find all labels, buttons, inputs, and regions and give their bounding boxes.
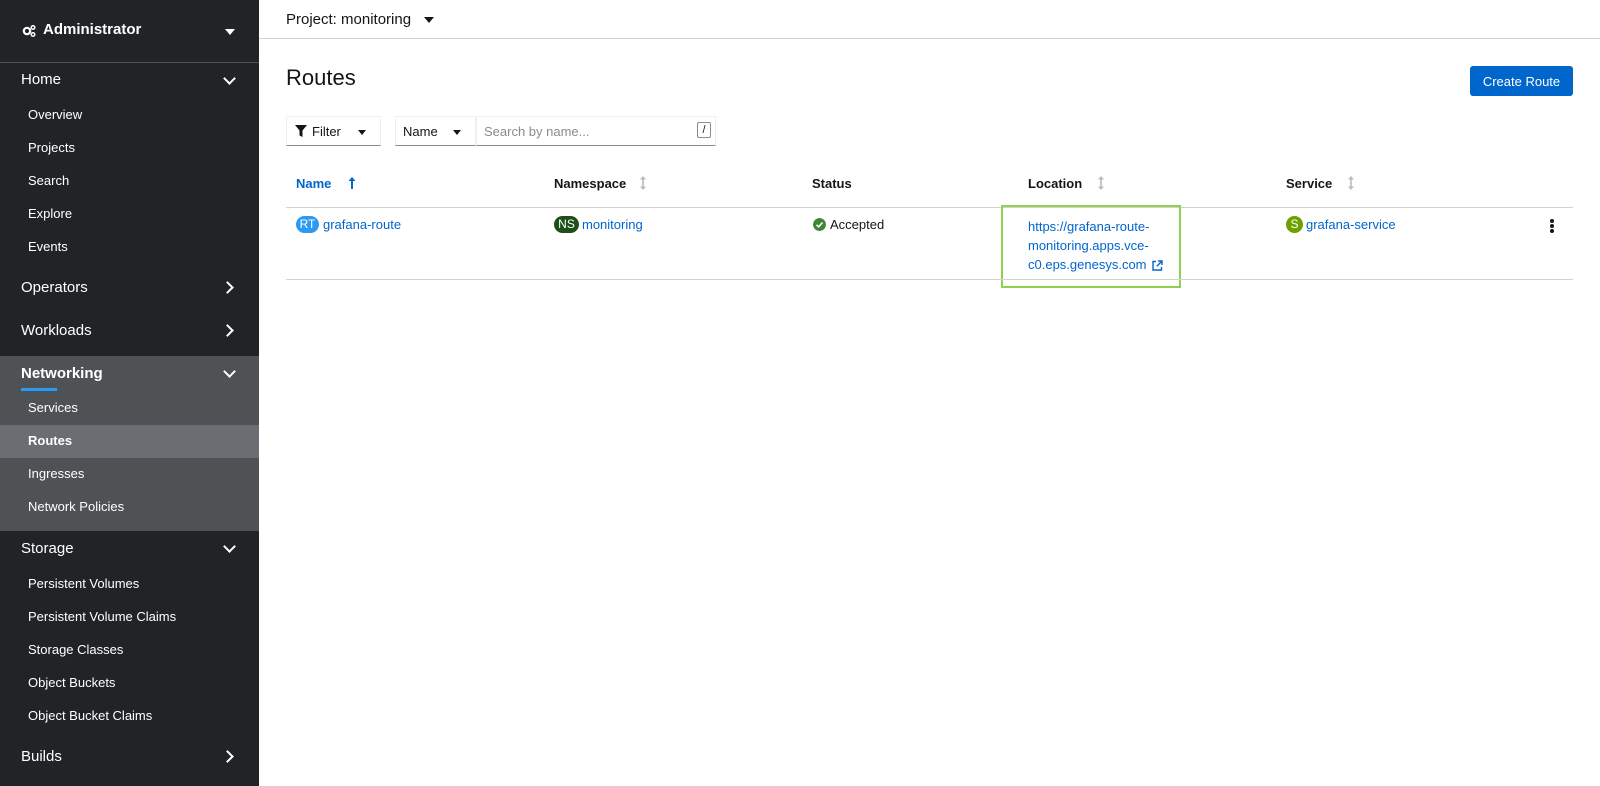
search-shortcut-hint: / bbox=[697, 122, 711, 138]
nav-section-operators[interactable]: Operators bbox=[21, 279, 88, 296]
row-divider bbox=[286, 279, 1573, 280]
nav-item-network-policies[interactable]: Network Policies bbox=[28, 499, 124, 514]
nav-item-overview[interactable]: Overview bbox=[28, 107, 82, 122]
project-bar: Project: monitoring bbox=[259, 0, 1600, 39]
nav-item-events[interactable]: Events bbox=[28, 239, 68, 254]
column-header-status: Status bbox=[812, 176, 852, 191]
chevron-down-icon bbox=[223, 540, 236, 553]
create-route-button[interactable]: Create Route bbox=[1470, 66, 1573, 96]
active-section-indicator bbox=[21, 388, 57, 391]
chevron-right-icon bbox=[221, 324, 234, 337]
nav-item-ingresses[interactable]: Ingresses bbox=[28, 466, 84, 481]
caret-down-icon bbox=[358, 130, 366, 135]
sort-icon[interactable] bbox=[1346, 176, 1356, 190]
perspective-label: Administrator bbox=[43, 21, 142, 38]
sidebar: Administrator Home Overview Projects Sea… bbox=[0, 0, 259, 786]
nav-item-routes[interactable]: Routes bbox=[28, 433, 72, 448]
sort-asc-icon[interactable] bbox=[347, 176, 357, 190]
nav-item-services[interactable]: Services bbox=[28, 400, 78, 415]
nav-section-storage[interactable]: Storage bbox=[21, 540, 74, 557]
filter-icon bbox=[295, 125, 307, 137]
route-badge: RT bbox=[296, 216, 319, 233]
nav-item-persistent-volume-claims[interactable]: Persistent Volume Claims bbox=[28, 609, 176, 624]
nav-item-object-bucket-claims[interactable]: Object Bucket Claims bbox=[28, 708, 152, 723]
cogs-icon bbox=[22, 24, 36, 38]
namespace-badge: NS bbox=[554, 216, 579, 233]
nav-section-networking[interactable]: Networking bbox=[21, 365, 103, 382]
kebab-icon[interactable] bbox=[1549, 219, 1555, 235]
chevron-right-icon bbox=[221, 281, 234, 294]
service-link[interactable]: grafana-service bbox=[1306, 217, 1396, 232]
header-divider bbox=[286, 207, 1573, 208]
sort-icon[interactable] bbox=[1096, 176, 1106, 190]
route-name-link[interactable]: grafana-route bbox=[323, 217, 401, 232]
column-header-service[interactable]: Service bbox=[1286, 176, 1332, 191]
page-title: Routes bbox=[286, 65, 356, 90]
status-text: Accepted bbox=[830, 217, 885, 232]
search-field-label: Name bbox=[403, 124, 438, 139]
filter-dropdown[interactable]: Filter bbox=[286, 116, 381, 146]
caret-down-icon[interactable] bbox=[424, 17, 434, 23]
project-selector[interactable]: Project: monitoring bbox=[286, 11, 411, 28]
nav-item-explore[interactable]: Explore bbox=[28, 206, 72, 221]
check-circle-icon bbox=[813, 218, 826, 231]
nav-section-home[interactable]: Home bbox=[21, 71, 61, 88]
nav-item-persistent-volumes[interactable]: Persistent Volumes bbox=[28, 576, 139, 591]
nav-item-search[interactable]: Search bbox=[28, 173, 69, 188]
perspective-switcher[interactable]: Administrator bbox=[0, 0, 259, 63]
column-header-location[interactable]: Location bbox=[1028, 176, 1082, 191]
column-header-name[interactable]: Name bbox=[296, 176, 331, 191]
search-input[interactable] bbox=[476, 116, 716, 146]
nav-section-workloads[interactable]: Workloads bbox=[21, 322, 92, 339]
namespace-link[interactable]: monitoring bbox=[582, 217, 643, 232]
chevron-right-icon bbox=[221, 750, 234, 763]
search-field-select[interactable]: Name bbox=[395, 116, 476, 146]
service-badge: S bbox=[1286, 216, 1303, 233]
nav-section-builds[interactable]: Builds bbox=[21, 748, 62, 765]
nav-item-projects[interactable]: Projects bbox=[28, 140, 75, 155]
caret-down-icon bbox=[225, 29, 235, 35]
location-highlight-box bbox=[1001, 205, 1181, 288]
column-header-namespace[interactable]: Namespace bbox=[554, 176, 626, 191]
chevron-down-icon bbox=[223, 72, 236, 85]
nav-item-storage-classes[interactable]: Storage Classes bbox=[28, 642, 123, 657]
nav-item-object-buckets[interactable]: Object Buckets bbox=[28, 675, 115, 690]
caret-down-icon bbox=[453, 130, 461, 135]
sort-icon[interactable] bbox=[638, 176, 648, 190]
filter-label: Filter bbox=[312, 124, 341, 139]
